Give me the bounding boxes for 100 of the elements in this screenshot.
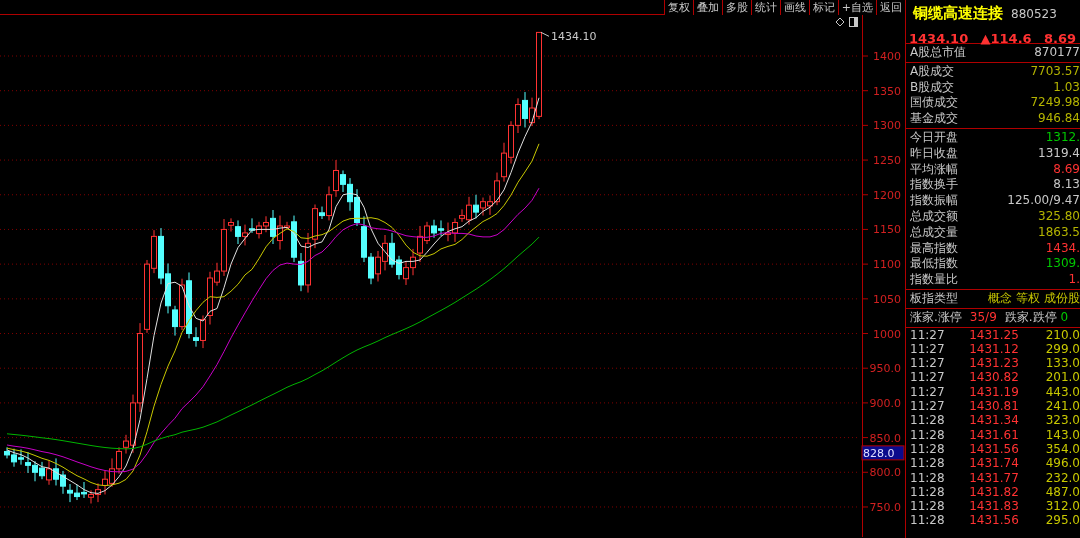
cursor-value-tag: 828.0 xyxy=(861,445,905,461)
tick-volume: 487.0 xyxy=(1045,484,1080,500)
change-percent: 8.69 xyxy=(1043,29,1076,47)
tick-time: 11:28 xyxy=(910,441,946,457)
stat-value: 35/9 xyxy=(969,309,997,326)
stat-label: 涨家.涨停 xyxy=(910,309,962,326)
tick-price: 1431.34 xyxy=(969,413,1020,428)
tick-volume: 133.0 xyxy=(1045,356,1080,371)
stat-label: 总成交额 xyxy=(910,208,958,225)
high-price-label: 1434.10 xyxy=(551,30,597,44)
tick-price: 1430.81 xyxy=(969,399,1020,414)
tick-time: 11:28 xyxy=(910,470,946,485)
stat-label: 最低指数 xyxy=(910,256,958,273)
stat-value: 870177 xyxy=(1034,45,1080,61)
tick-time: 11:28 xyxy=(910,499,946,514)
toolbar-button[interactable]: 统计 xyxy=(750,0,780,15)
tick-time: 11:28 xyxy=(910,413,946,428)
axis-label: 900.0 xyxy=(869,396,901,410)
index-price: 1434.10 xyxy=(909,29,969,46)
stat-value: 8.69 xyxy=(1053,161,1080,178)
stat-label: 国债成交 xyxy=(910,95,958,112)
tick-price: 1431.83 xyxy=(969,499,1020,514)
index-code: 880523 xyxy=(1011,6,1057,23)
tick-price: 1430.82 xyxy=(969,370,1020,385)
tick-volume: 210.0 xyxy=(1045,327,1080,342)
stat-label: 昨日收盘 xyxy=(910,145,958,162)
tick-price: 1431.12 xyxy=(969,341,1020,357)
tick-time: 11:28 xyxy=(910,484,946,500)
tick-volume: 295.0 xyxy=(1045,513,1080,528)
axis-label: 800.0 xyxy=(869,466,901,480)
axis-label: 1100 xyxy=(873,258,901,272)
toolbar-button[interactable]: 画线 xyxy=(779,0,809,15)
tick-price: 1431.56 xyxy=(969,441,1020,457)
stat-value: 946.84 xyxy=(1038,111,1080,127)
stat-label: A股成交 xyxy=(910,63,955,80)
stat-label: 总成交量 xyxy=(910,224,958,241)
tick-volume: 241.0 xyxy=(1045,399,1080,414)
stat-value: 1309. xyxy=(1045,256,1080,273)
stat-value: 1312. xyxy=(1045,130,1080,146)
axis-label: 1300 xyxy=(873,119,901,133)
tick-time: 11:27 xyxy=(910,341,946,357)
stat-value: 1434. xyxy=(1045,240,1080,257)
tick-time: 11:28 xyxy=(910,427,946,442)
tick-volume: 143.0 xyxy=(1045,427,1080,442)
toolbar-button[interactable]: 复权 xyxy=(663,0,693,15)
toolbar-button[interactable]: +自选 xyxy=(837,0,876,15)
tick-volume: 354.0 xyxy=(1045,441,1080,457)
tick-price: 1431.82 xyxy=(969,484,1020,500)
stat-value: 325.80 xyxy=(1038,208,1080,225)
toolbar-button[interactable]: 多股 xyxy=(721,0,751,15)
axis-label: 1150 xyxy=(873,223,901,237)
axis-label: 1000 xyxy=(873,327,901,341)
stat-value: 7249.98 xyxy=(1030,95,1080,112)
tick-price: 1431.61 xyxy=(969,427,1020,442)
panel-toggle-icon[interactable] xyxy=(849,17,858,27)
diamond-icon[interactable] xyxy=(835,17,845,27)
stat-label: B股成交 xyxy=(910,79,955,96)
stat-label: 指数换手 xyxy=(910,177,958,194)
index-name: 铜缆高速连接 xyxy=(913,3,1003,24)
axis-label: 1250 xyxy=(873,154,901,168)
axis-label: 950.0 xyxy=(869,362,901,376)
tick-price: 1431.25 xyxy=(969,327,1020,342)
stat-value: 1319.4 xyxy=(1038,145,1080,162)
tick-time: 11:28 xyxy=(910,513,946,528)
stat-value: 125.00/9.47 xyxy=(1007,193,1080,209)
stat-label: 今日开盘 xyxy=(910,130,958,146)
stat-label: 指数振幅 xyxy=(910,193,958,209)
tick-volume: 299.0 xyxy=(1045,341,1080,357)
tick-volume: 232.0 xyxy=(1045,470,1080,485)
stat-value: 1.03 xyxy=(1053,79,1080,96)
tick-time: 11:27 xyxy=(910,399,946,414)
tick-volume: 312.0 xyxy=(1045,499,1080,514)
stat-value: 7703.57 xyxy=(1030,63,1080,80)
tick-time: 11:27 xyxy=(910,370,946,385)
stat-label: 板指类型 xyxy=(910,290,958,307)
stat-label: 基金成交 xyxy=(910,111,958,127)
stat-label: 平均涨幅 xyxy=(910,161,958,178)
tick-volume: 201.0 xyxy=(1045,370,1080,385)
axis-label: 1350 xyxy=(873,84,901,98)
stat-value: 8.13 xyxy=(1053,177,1080,194)
tick-volume: 443.0 xyxy=(1045,384,1080,400)
tick-price: 1431.56 xyxy=(969,513,1020,528)
index-type-value: 概念 等权 成份股 xyxy=(988,290,1080,307)
tick-volume: 496.0 xyxy=(1045,456,1080,471)
toolbar-button[interactable]: 叠加 xyxy=(692,0,722,15)
toolbar-button[interactable]: 标记 xyxy=(808,0,838,15)
axis-label: 1200 xyxy=(873,188,901,202)
axis-label: 1400 xyxy=(873,50,901,63)
stat-value: 0 xyxy=(1060,309,1069,326)
tick-volume: 323.0 xyxy=(1045,413,1080,428)
stat-label: A股总市值 xyxy=(910,45,967,61)
tick-price: 1431.77 xyxy=(969,470,1020,485)
axis-label: 750.0 xyxy=(869,500,901,514)
stat-value: 1863.5 xyxy=(1038,224,1080,241)
axis-label: 850.0 xyxy=(869,431,901,445)
stat-value: 1. xyxy=(1068,272,1080,288)
tick-price: 1431.19 xyxy=(969,384,1020,400)
toolbar-button[interactable]: 返回 xyxy=(876,0,905,15)
price-change: ▲114.6 xyxy=(980,29,1032,48)
axis-label: 1050 xyxy=(873,292,901,306)
